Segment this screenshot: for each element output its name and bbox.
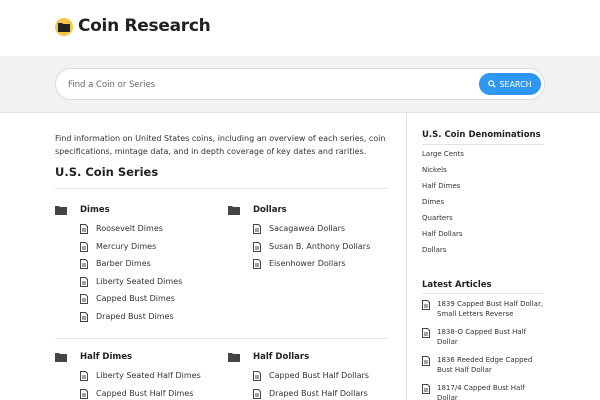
document-icon [80, 388, 88, 399]
folder-icon [228, 206, 240, 215]
document-icon [253, 224, 261, 234]
document-icon [80, 224, 88, 234]
articles-list: 1839 Capped Bust Half Dollar, Small Lett… [422, 299, 546, 400]
sidebar-divider [406, 113, 407, 400]
denominations-title: U.S. Coin Denominations [422, 130, 541, 140]
document-icon [422, 328, 430, 338]
document-icon [422, 384, 430, 394]
list-item[interactable]: Sacagawea Dollars [228, 223, 388, 241]
list-item[interactable]: Capped Bust Half Dimes [55, 388, 215, 400]
document-icon [253, 371, 261, 381]
series-group-half-dollars: Half Dollars Capped Bust Half Dollars Dr… [228, 351, 388, 400]
list-item[interactable]: Eisenhower Dollars [228, 258, 388, 276]
document-icon [253, 259, 261, 270]
folder-icon [55, 206, 67, 215]
article-link[interactable]: 1817/4 Capped Bust Half Dollar [422, 383, 546, 400]
folder-logo-icon[interactable] [55, 18, 73, 36]
folder-icon [228, 353, 240, 362]
intro-text: Find information on United States coins,… [55, 134, 386, 156]
document-icon [80, 294, 88, 305]
list-item[interactable]: Liberty Seated Dimes [55, 276, 215, 294]
sidebar-item-half-dollars[interactable]: Half Dollars [422, 230, 464, 246]
search-input[interactable] [68, 76, 448, 94]
list-item[interactable]: Susan B. Anthony Dollars [228, 241, 388, 259]
document-icon [80, 241, 88, 252]
article-link[interactable]: 1836 Reeded Edge Capped Bust Half Dollar [422, 355, 546, 375]
articles-title: Latest Articles [422, 280, 492, 290]
sidebar-item-quarters[interactable]: Quarters [422, 214, 464, 230]
search-band: SEARCH [0, 56, 600, 113]
folder-icon [55, 353, 67, 362]
group-title[interactable]: Half Dollars [253, 352, 309, 362]
document-icon [422, 300, 430, 310]
search-box: SEARCH [55, 68, 545, 100]
sidebar-item-nickels[interactable]: Nickels [422, 166, 464, 182]
list-item[interactable]: Capped Bust Half Dollars [228, 370, 388, 388]
search-icon [488, 80, 496, 88]
denominations-list: Large Cents Nickels Half Dimes Dimes Qua… [422, 150, 464, 262]
search-button[interactable]: SEARCH [479, 73, 541, 95]
sidebar-item-half-dimes[interactable]: Half Dimes [422, 182, 464, 198]
article-link[interactable]: 1839 Capped Bust Half Dollar, Small Lett… [422, 299, 546, 319]
search-button-label: SEARCH [499, 79, 532, 89]
divider [422, 293, 544, 294]
series-group-dollars: Dollars Sacagawea Dollars Susan B. Antho… [228, 204, 388, 276]
divider [55, 188, 387, 189]
divider [55, 338, 387, 339]
series-group-half-dimes: Half Dimes Liberty Seated Half Dimes Cap… [55, 351, 215, 400]
sidebar-item-dimes[interactable]: Dimes [422, 198, 464, 214]
site-name[interactable]: Coin Research [78, 16, 211, 36]
divider [422, 144, 544, 145]
document-icon [422, 356, 430, 366]
group-title[interactable]: Half Dimes [80, 352, 132, 362]
document-icon [80, 311, 88, 322]
list-item[interactable]: Draped Bust Half Dollars [228, 388, 388, 400]
document-icon [80, 371, 88, 381]
sidebar-item-dollars[interactable]: Dollars [422, 246, 464, 262]
list-item[interactable]: Mercury Dimes [55, 241, 215, 259]
list-item[interactable]: Liberty Seated Half Dimes [55, 370, 215, 388]
sidebar-item-large-cents[interactable]: Large Cents [422, 150, 464, 166]
series-section-title: U.S. Coin Series [55, 165, 159, 179]
group-title[interactable]: Dollars [253, 205, 287, 215]
site-header: Coin Research [0, 0, 600, 56]
document-icon [253, 388, 261, 399]
article-link[interactable]: 1838-O Capped Bust Half Dollar [422, 327, 546, 347]
list-item[interactable]: Capped Bust Dimes [55, 293, 215, 311]
document-icon [253, 241, 261, 252]
document-icon [80, 276, 88, 287]
series-group-dimes: Dimes Roosevelt Dimes Mercury Dimes Barb… [55, 204, 215, 329]
list-item[interactable]: Barber Dimes [55, 258, 215, 276]
group-title[interactable]: Dimes [80, 205, 110, 215]
list-item[interactable]: Draped Bust Dimes [55, 311, 215, 329]
list-item[interactable]: Roosevelt Dimes [55, 223, 215, 241]
document-icon [80, 259, 88, 270]
